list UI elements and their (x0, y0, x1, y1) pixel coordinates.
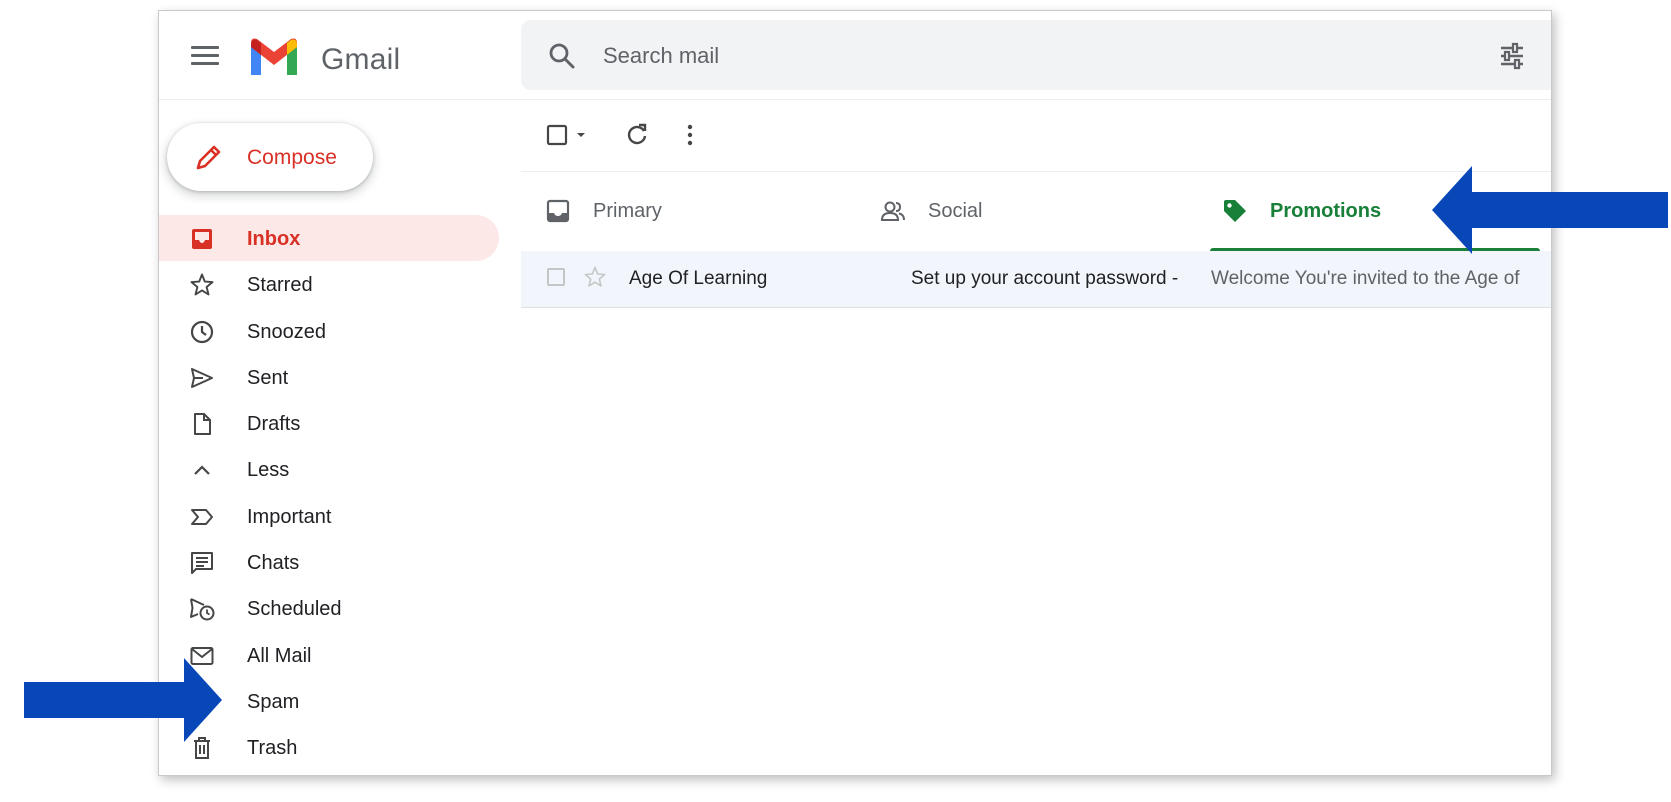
tab-label: Social (928, 200, 983, 222)
mail-toolbar (521, 99, 1551, 172)
email-row[interactable]: Age Of Learning Set up your account pass… (521, 251, 1551, 308)
draft-icon (194, 413, 211, 436)
sidebar-item-label: All Mail (247, 644, 312, 667)
tab-primary[interactable]: Primary (521, 171, 851, 251)
sidebar-item-label: Spam (247, 690, 300, 713)
star-icon (190, 273, 214, 296)
sidebar-item-important[interactable]: Important (159, 493, 499, 539)
email-subject: Set up your account password - (911, 268, 1179, 289)
compose-label: Compose (247, 146, 337, 169)
pencil-icon (196, 145, 221, 170)
people-icon (880, 201, 905, 221)
sidebar-item-drafts[interactable]: Drafts (159, 400, 499, 446)
gmail-window: Gmail Search mail Compose Inbox Starred … (158, 10, 1552, 776)
sidebar-item-label: Inbox (247, 228, 301, 250)
sidebar-item-starred[interactable]: Starred (159, 261, 499, 307)
sidebar-item-label: Less (247, 459, 290, 482)
sidebar-item-inbox[interactable]: Inbox (159, 215, 499, 262)
gmail-brand: Gmail (321, 43, 401, 76)
sidebar-item-label: Starred (247, 274, 313, 297)
chevron-up-icon (194, 465, 210, 476)
annotation-arrow-spam (24, 658, 222, 742)
scheduled-send-icon (190, 598, 215, 621)
send-icon (191, 367, 213, 388)
sidebar-item-label: Scheduled (247, 598, 342, 621)
refresh-icon[interactable] (623, 121, 651, 149)
sidebar-item-label: Important (247, 505, 332, 528)
sidebar-item-label: Chats (247, 552, 300, 575)
inbox-icon (192, 229, 212, 249)
email-sender: Age Of Learning (629, 268, 768, 289)
search-icon[interactable] (547, 41, 577, 71)
email-snippet: Welcome You're invited to the Age of (1211, 268, 1520, 289)
annotation-arrow-promotions (1432, 166, 1668, 254)
sidebar-item-chats[interactable]: Chats (159, 539, 499, 585)
tab-social[interactable]: Social (856, 171, 1186, 251)
search-placeholder[interactable]: Search mail (603, 43, 719, 69)
category-tabs: Primary Social Promotions (521, 171, 1551, 252)
inbox-tray-icon (546, 199, 570, 223)
sidebar-item-label: Drafts (247, 413, 301, 436)
tune-icon[interactable] (1497, 41, 1527, 71)
sidebar-item-label: Trash (247, 737, 298, 760)
sidebar-item-label: Sent (247, 366, 289, 389)
star-icon[interactable] (583, 265, 607, 289)
sidebar-item-label: Snoozed (247, 320, 326, 343)
more-vertical-icon[interactable] (676, 121, 704, 149)
important-icon (191, 508, 213, 525)
clock-icon (190, 320, 214, 343)
sidebar-item-sent[interactable]: Sent (159, 354, 499, 400)
tag-icon (1224, 200, 1246, 222)
sidebar-item-less[interactable]: Less (159, 446, 499, 492)
email-row-checkbox[interactable] (547, 268, 565, 286)
select-all-checkbox[interactable] (545, 121, 591, 149)
tab-label: Primary (593, 200, 662, 222)
gmail-logo-icon (251, 38, 297, 75)
search-bar[interactable]: Search mail (521, 20, 1551, 90)
main-menu-button[interactable] (191, 45, 219, 67)
compose-button[interactable]: Compose (167, 123, 373, 191)
sidebar-item-scheduled[interactable]: Scheduled (159, 585, 499, 631)
tab-label: Promotions (1270, 200, 1382, 222)
top-bar: Gmail Search mail (159, 11, 1551, 100)
sidebar-item-snoozed[interactable]: Snoozed (159, 308, 499, 354)
chat-icon (191, 552, 213, 575)
